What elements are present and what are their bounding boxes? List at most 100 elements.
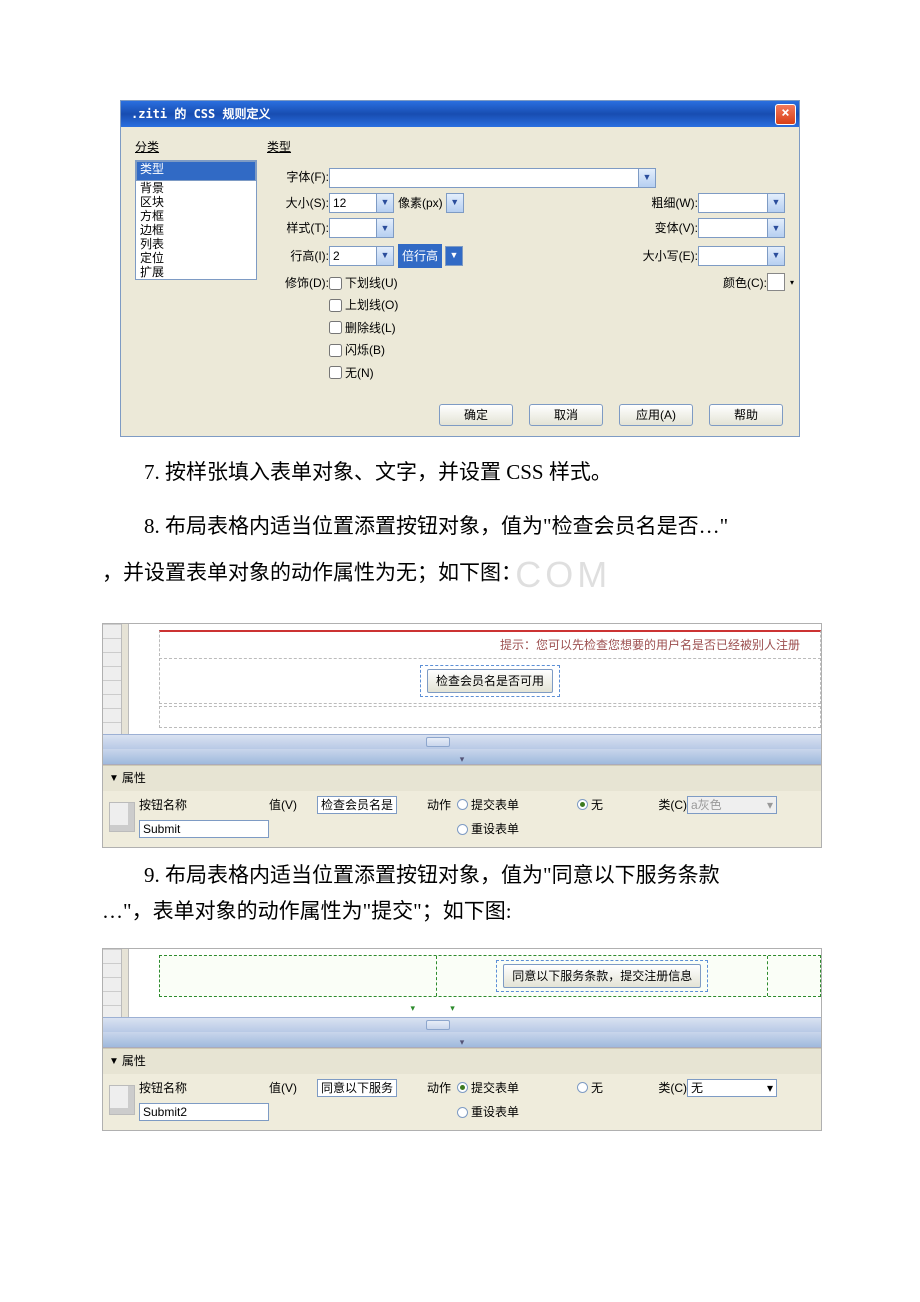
horizontal-scrollbar[interactable]: [103, 734, 821, 749]
blink-checkbox[interactable]: [329, 344, 342, 357]
weight-label: 粗细(W):: [638, 193, 698, 213]
dreamweaver-panel-agree: 同意以下服务条款，提交注册信息 ▾ ▾ ▾ ▼ 属性 按钮名称 值(V): [102, 948, 822, 1132]
name-input[interactable]: [139, 1103, 269, 1121]
hint-text: 提示：您可以先检查您想要的用户名是否已经被别人注册: [160, 632, 820, 655]
action-label: 动作: [397, 1078, 457, 1098]
underline-checkbox[interactable]: [329, 277, 342, 290]
size-unit: 像素(px): [398, 193, 443, 213]
tag-selector-bar[interactable]: ▾: [103, 749, 821, 764]
class-label: 类(C): [637, 795, 687, 815]
paragraph-9b: …"，表单对象的动作属性为"提交"；如下图:: [102, 894, 818, 930]
action-none-radio[interactable]: 无: [577, 795, 637, 815]
name-label: 按钮名称: [139, 1078, 199, 1098]
value-input[interactable]: [317, 1079, 397, 1097]
category-item[interactable]: 背景: [136, 181, 256, 195]
decoration-label: 修饰(D):: [267, 273, 329, 293]
selected-button-wrap: 检查会员名是否可用: [420, 665, 560, 697]
chevron-down-icon[interactable]: ▼: [767, 218, 785, 238]
properties-header[interactable]: ▼ 属性: [103, 1048, 821, 1073]
variant-input[interactable]: [698, 218, 768, 238]
vertical-ruler: [103, 624, 121, 734]
action-label: 动作: [397, 795, 457, 815]
action-none-radio[interactable]: 无: [577, 1078, 637, 1098]
case-input[interactable]: [698, 246, 768, 266]
action-submit-radio[interactable]: 提交表单: [457, 795, 577, 815]
category-item[interactable]: 定位: [136, 251, 256, 265]
paragraph-8a: 8. 布局表格内适当位置添置按钮对象，值为"检查会员名是否…": [102, 509, 818, 545]
button-element-icon: [109, 1085, 135, 1115]
left-gutter: [121, 949, 129, 1017]
name-input[interactable]: [139, 820, 269, 838]
chevron-down-icon[interactable]: ▼: [638, 168, 656, 188]
collapse-triangle-icon[interactable]: ▼: [109, 1053, 119, 1070]
none-checkbox[interactable]: [329, 366, 342, 379]
chevron-down-icon[interactable]: ▼: [376, 218, 394, 238]
lineheight-unit: 倍行高: [398, 244, 442, 268]
color-label: 颜色(C):: [707, 273, 767, 293]
paragraph-7: 7. 按样张填入表单对象、文字，并设置 CSS 样式。: [102, 455, 818, 491]
size-input[interactable]: [329, 193, 377, 213]
paragraph-8b: ，并设置表单对象的动作属性为无；如下图： COM: [102, 544, 818, 605]
color-picker[interactable]: [767, 273, 785, 291]
category-item[interactable]: 类型: [136, 161, 256, 181]
agree-submit-button[interactable]: 同意以下服务条款，提交注册信息: [503, 964, 701, 988]
category-item[interactable]: 扩展: [136, 265, 256, 279]
font-input[interactable]: [329, 168, 639, 188]
selected-button-wrap: 同意以下服务条款，提交注册信息: [496, 960, 708, 992]
category-item[interactable]: 方框: [136, 209, 256, 223]
left-gutter: [121, 624, 129, 734]
tag-selector-bar[interactable]: ▾: [103, 1032, 821, 1047]
category-item[interactable]: 边框: [136, 223, 256, 237]
watermark: COM: [515, 554, 611, 595]
class-select[interactable]: 无▾: [687, 1079, 777, 1097]
button-element-icon: [109, 802, 135, 832]
style-input[interactable]: [329, 218, 377, 238]
horizontal-scrollbar[interactable]: [103, 1017, 821, 1032]
dreamweaver-panel-check: 提示：您可以先检查您想要的用户名是否已经被别人注册 检查会员名是否可用 ▾ ▼ …: [102, 623, 822, 848]
chevron-down-icon[interactable]: ▼: [376, 193, 394, 213]
check-username-button[interactable]: 检查会员名是否可用: [427, 669, 553, 693]
lineheight-label: 行高(I):: [267, 246, 329, 266]
category-item[interactable]: 列表: [136, 237, 256, 251]
close-icon[interactable]: ×: [775, 104, 796, 125]
collapse-triangle-icon[interactable]: ▼: [109, 770, 119, 787]
apply-button[interactable]: 应用(A): [619, 404, 693, 426]
variant-label: 变体(V):: [638, 218, 698, 238]
name-label: 按钮名称: [139, 795, 199, 815]
section-header: 类型: [267, 137, 785, 157]
css-rule-dialog: .ziti 的 CSS 规则定义 × 分类 类型 背景 区块 方框 边框 列表 …: [120, 100, 800, 437]
font-label: 字体(F):: [267, 167, 329, 187]
action-reset-radio[interactable]: 重设表单: [457, 819, 577, 839]
properties-panel: 按钮名称 值(V) 动作 提交表单 无 类(C) a灰色▾ 重设表单: [103, 791, 821, 848]
class-select[interactable]: a灰色▾: [687, 796, 777, 814]
chevron-down-icon[interactable]: ▼: [376, 246, 394, 266]
category-header: 分类: [135, 137, 257, 157]
vertical-ruler: [103, 949, 121, 1017]
dialog-title: .ziti 的 CSS 规则定义: [131, 104, 270, 124]
size-label: 大小(S):: [267, 193, 329, 213]
chevron-down-icon[interactable]: ▼: [767, 246, 785, 266]
help-button[interactable]: 帮助: [709, 404, 783, 426]
chevron-down-icon[interactable]: ▼: [767, 193, 785, 213]
paragraph-9a: 9. 布局表格内适当位置添置按钮对象，值为"同意以下服务条款: [102, 858, 818, 894]
case-label: 大小写(E):: [634, 246, 698, 266]
cancel-button[interactable]: 取消: [529, 404, 603, 426]
category-list[interactable]: 类型 背景 区块 方框 边框 列表 定位 扩展: [135, 160, 257, 280]
value-label: 值(V): [269, 1078, 317, 1098]
linethrough-checkbox[interactable]: [329, 321, 342, 334]
action-submit-radio[interactable]: 提交表单: [457, 1078, 577, 1098]
ok-button[interactable]: 确定: [439, 404, 513, 426]
chevron-down-icon[interactable]: ▼: [445, 246, 463, 266]
value-label: 值(V): [269, 795, 317, 815]
chevron-down-icon[interactable]: ▼: [446, 193, 464, 213]
lineheight-input[interactable]: [329, 246, 377, 266]
category-item[interactable]: 区块: [136, 195, 256, 209]
value-input[interactable]: [317, 796, 397, 814]
overline-checkbox[interactable]: [329, 299, 342, 312]
class-label: 类(C): [637, 1078, 687, 1098]
dialog-titlebar: .ziti 的 CSS 规则定义 ×: [121, 101, 799, 127]
properties-header[interactable]: ▼ 属性: [103, 765, 821, 790]
style-label: 样式(T):: [267, 218, 329, 238]
action-reset-radio[interactable]: 重设表单: [457, 1102, 577, 1122]
weight-input[interactable]: [698, 193, 768, 213]
